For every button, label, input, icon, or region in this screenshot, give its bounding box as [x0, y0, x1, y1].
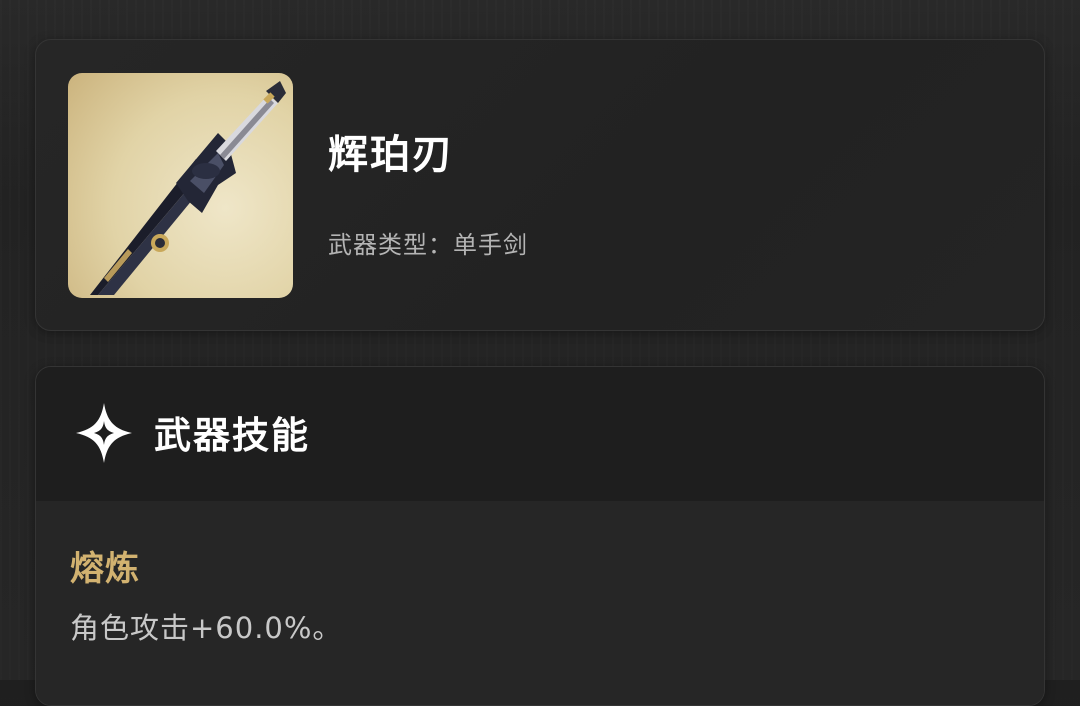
weapon-type: 武器类型：单手剑 — [328, 225, 528, 260]
skill-name: 熔炼 — [70, 549, 140, 589]
skill-entry: 熔炼 角色攻击+60.0%。 — [36, 501, 1044, 705]
skill-section-title: 武器技能 — [154, 414, 310, 457]
sparkle-diamond-icon — [74, 401, 134, 465]
sword-image — [68, 73, 293, 298]
weapon-type-value: 单手剑 — [453, 231, 528, 259]
weapon-skill-card: 武器技能 熔炼 角色攻击+60.0%。 — [35, 366, 1045, 706]
skill-description: 角色攻击+60.0%。 — [70, 611, 343, 645]
weapon-type-label: 武器类型： — [328, 231, 453, 259]
weapon-name: 辉珀刃 — [328, 132, 454, 178]
weapon-info-card: 辉珀刃 武器类型：单手剑 — [35, 39, 1045, 331]
skill-section-header: 武器技能 — [36, 367, 1044, 501]
